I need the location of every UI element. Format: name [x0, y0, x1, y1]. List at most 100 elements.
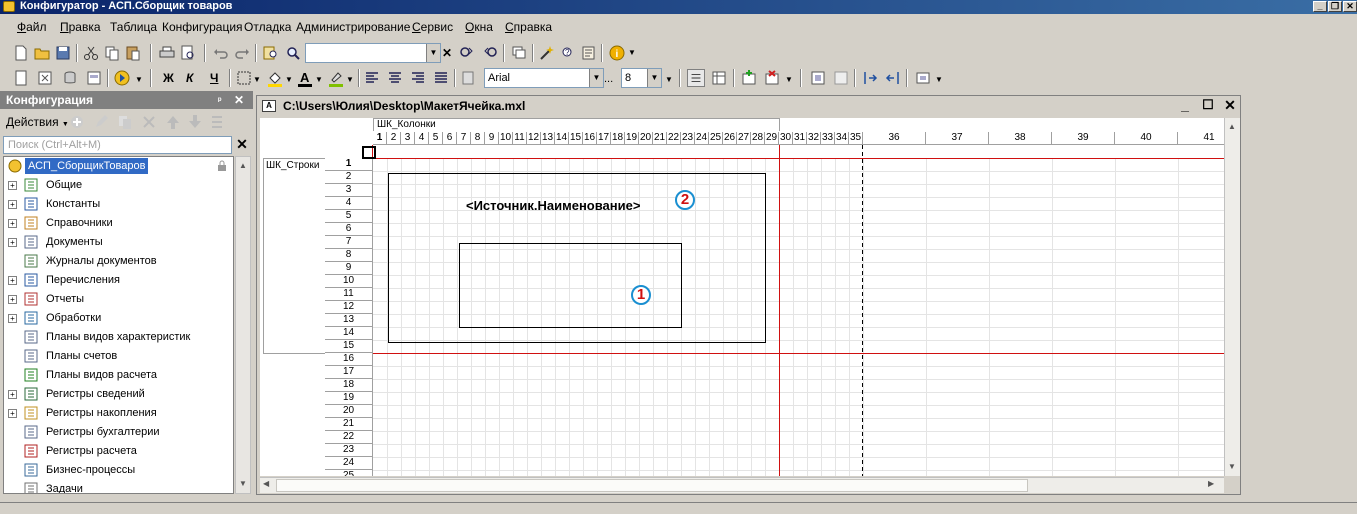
wizard-icon[interactable]: [538, 44, 556, 62]
horizontal-scrollbar[interactable]: ◀ ▶: [260, 477, 1224, 493]
column-header[interactable]: 19: [625, 132, 639, 145]
column-header[interactable]: 38: [989, 132, 1052, 145]
column-header[interactable]: 31: [793, 132, 807, 145]
spreadsheet-grid[interactable]: ШК_Колонки ШК_Строки 1 2 3 4 5 6 7 8 9 10 11 12 13 14…: [260, 118, 1224, 476]
save-icon[interactable]: [54, 44, 72, 62]
insert-cells-icon[interactable]: [740, 69, 758, 87]
toolbar-overflow-icon[interactable]: ▼: [628, 48, 636, 57]
document-maximize-icon[interactable]: ☐: [1200, 98, 1216, 114]
align-center-icon[interactable]: [386, 69, 404, 87]
column-header[interactable]: 10: [499, 132, 513, 145]
show-headers-icon[interactable]: [710, 69, 728, 87]
tree-item[interactable]: Бизнес-процессы: [4, 461, 233, 479]
names-list-icon[interactable]: [884, 69, 902, 87]
clear-search-icon[interactable]: ✕: [234, 136, 250, 154]
restore-button[interactable]: ❐: [1328, 1, 1342, 12]
move-up-icon[interactable]: [164, 113, 182, 131]
chevron-down-icon[interactable]: ▼: [589, 69, 603, 87]
table-icon[interactable]: [36, 69, 54, 87]
tree-item[interactable]: Планы видов расчета: [4, 366, 233, 384]
menu-item[interactable]: Окна: [465, 20, 493, 34]
cut-icon[interactable]: [82, 44, 100, 62]
row-header[interactable]: 18: [325, 379, 373, 392]
highlight-icon[interactable]: [327, 69, 345, 87]
find-in-module-icon[interactable]: [262, 44, 280, 62]
row-area-header[interactable]: ШК_Строки: [263, 158, 328, 354]
column-header[interactable]: 30: [779, 132, 793, 145]
ungroup-icon[interactable]: [832, 69, 850, 87]
column-header[interactable]: 24: [695, 132, 709, 145]
scroll-down-icon[interactable]: ▼: [1225, 459, 1239, 474]
column-header[interactable]: 9: [485, 132, 499, 145]
properties-icon[interactable]: [12, 69, 30, 87]
column-header[interactable]: 35: [849, 132, 863, 145]
clear-search-icon[interactable]: ✕: [442, 46, 452, 60]
row-header[interactable]: 16: [325, 353, 373, 366]
borders-icon[interactable]: [235, 69, 253, 87]
row-header[interactable]: 17: [325, 366, 373, 379]
menu-item[interactable]: Сервис: [412, 20, 453, 34]
edit-icon[interactable]: [92, 113, 110, 131]
column-header[interactable]: 34: [835, 132, 849, 145]
search-icon[interactable]: [284, 44, 302, 62]
find-next-icon[interactable]: [458, 44, 476, 62]
named-area-icon[interactable]: [861, 69, 879, 87]
expand-icon[interactable]: +: [8, 238, 17, 247]
row-header[interactable]: 11: [325, 288, 373, 301]
menu-item[interactable]: Таблица: [110, 20, 157, 34]
expand-icon[interactable]: +: [8, 219, 17, 228]
row-header[interactable]: 4: [325, 197, 373, 210]
open-icon[interactable]: [33, 44, 51, 62]
font-size-combobox[interactable]: 8 ▼: [621, 68, 662, 88]
copy-icon[interactable]: [103, 44, 121, 62]
actions-menu-button[interactable]: Действия ▼: [6, 115, 69, 129]
tree-item[interactable]: Планы видов характеристик: [4, 328, 233, 346]
row-header[interactable]: 21: [325, 418, 373, 431]
menu-item[interactable]: Конфигурация: [162, 20, 243, 34]
vertical-scrollbar[interactable]: ▲ ▼: [1224, 118, 1240, 476]
row-header[interactable]: 25: [325, 470, 373, 476]
tree-item[interactable]: + Регистры сведений: [4, 385, 233, 403]
column-header[interactable]: 4: [415, 132, 429, 145]
column-header[interactable]: 37: [926, 132, 989, 145]
expand-icon[interactable]: +: [8, 390, 17, 399]
column-header[interactable]: 8: [471, 132, 485, 145]
column-header[interactable]: 17: [597, 132, 611, 145]
column-header[interactable]: 2: [387, 132, 401, 145]
expand-icon[interactable]: +: [8, 295, 17, 304]
group-icon[interactable]: [809, 69, 827, 87]
column-header[interactable]: 29: [765, 132, 779, 145]
row-header[interactable]: 8: [325, 249, 373, 262]
merge-cells-icon[interactable]: [459, 69, 477, 87]
scroll-up-icon[interactable]: ▲: [1225, 119, 1239, 134]
column-header[interactable]: 23: [681, 132, 695, 145]
tree-item[interactable]: + Документы: [4, 233, 233, 251]
row-header[interactable]: 2: [325, 171, 373, 184]
scroll-up-icon[interactable]: ▲: [236, 158, 250, 173]
picture-icon[interactable]: [914, 69, 932, 87]
column-header[interactable]: 7: [457, 132, 471, 145]
row-header[interactable]: 10: [325, 275, 373, 288]
close-panel-icon[interactable]: ✕: [234, 91, 244, 109]
column-header[interactable]: 26: [723, 132, 737, 145]
undo-icon[interactable]: [212, 44, 230, 62]
column-area-header[interactable]: ШК_Колонки: [373, 118, 780, 131]
row-header[interactable]: 15: [325, 340, 373, 353]
info-icon[interactable]: i: [608, 44, 626, 62]
chevron-down-icon[interactable]: ▼: [426, 44, 440, 62]
toolbar-overflow-icon[interactable]: ▼: [935, 75, 943, 84]
tree-item[interactable]: + Перечисления: [4, 271, 233, 289]
column-header[interactable]: 3: [401, 132, 415, 145]
column-header[interactable]: 12: [527, 132, 541, 145]
column-header[interactable]: 21: [653, 132, 667, 145]
paste-icon[interactable]: [124, 44, 142, 62]
column-header[interactable]: 28: [751, 132, 765, 145]
chevron-down-icon[interactable]: ▼: [647, 69, 661, 87]
menu-item[interactable]: Администрирование: [296, 20, 410, 34]
menu-item[interactable]: Правка: [60, 20, 101, 34]
fill-color-menu-icon[interactable]: ▼: [285, 75, 293, 84]
cell-parameter-text[interactable]: <Источник.Наименование>: [466, 198, 640, 213]
column-header[interactable]: 1: [373, 132, 387, 145]
move-down-icon[interactable]: [186, 113, 204, 131]
search-combobox[interactable]: ▼: [305, 43, 441, 63]
